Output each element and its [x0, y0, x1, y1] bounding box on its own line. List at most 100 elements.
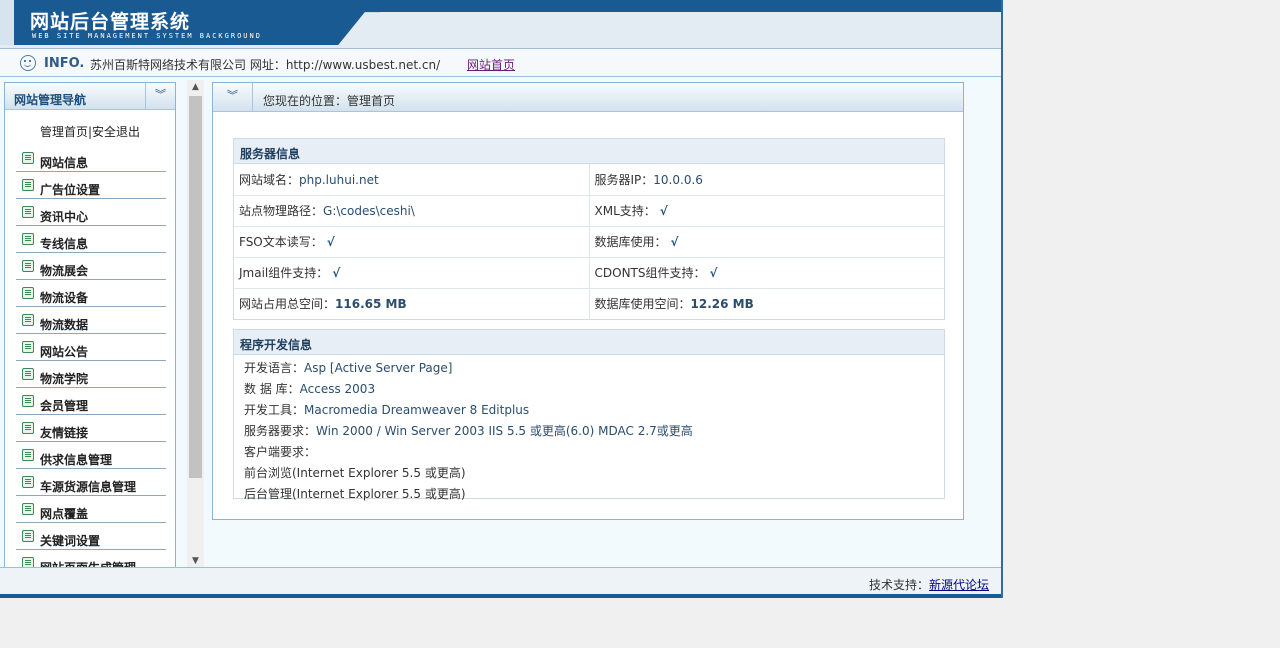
client-req-label: 客户端要求：	[244, 445, 317, 459]
space-label: 网站占用总空间：	[239, 297, 336, 312]
table-row: 站点物理路径：G:\codes\ceshi\ XML支持： √	[234, 194, 944, 226]
footer-bottom-bar	[0, 594, 1001, 598]
table-row: FSO文本读写： √ 数据库使用： √	[234, 225, 944, 257]
logo-title: 网站后台管理系统	[30, 11, 191, 33]
list-item: 开发语言：Asp [Active Server Page]	[244, 358, 944, 379]
sidebar-item-news[interactable]: 资讯中心	[16, 199, 166, 226]
check-icon: √	[326, 235, 335, 249]
sidebar-item-data[interactable]: 物流数据	[16, 307, 166, 334]
forum-link[interactable]: 新源代论坛	[929, 578, 989, 592]
sidebar-item-vehicle-cargo[interactable]: 车源货源信息管理	[16, 469, 166, 496]
sidebar-item-expo[interactable]: 物流展会	[16, 253, 166, 280]
scroll-down-arrow-icon[interactable]: ▼	[187, 554, 204, 568]
sidebar-item-announcements[interactable]: 网站公告	[16, 334, 166, 361]
domain-label: 网站域名：	[239, 172, 300, 187]
sidebar-title: 网站管理导航	[14, 93, 87, 107]
server-req-label: 服务器要求：	[244, 424, 317, 438]
scrollbar-thumb[interactable]	[189, 96, 202, 478]
sidebar-scrollbar[interactable]: ▲ ▼	[187, 80, 204, 568]
domain-value: php.luhui.net	[299, 172, 379, 187]
db-cell: 数据库使用： √	[588, 225, 944, 257]
sidebar-item-ad-settings[interactable]: 广告位设置	[16, 172, 166, 199]
support-label: 技术支持：	[869, 578, 930, 592]
sidebar-item-label: 专线信息	[40, 237, 89, 251]
fso-label: FSO文本读写：	[239, 235, 323, 249]
footer: 技术支持：新源代论坛	[0, 567, 1001, 598]
document-icon	[22, 449, 34, 461]
collapse-chevron-icon[interactable]: ︾	[213, 83, 253, 111]
sidebar-item-label: 资讯中心	[40, 210, 89, 224]
table-row: 网站占用总空间：116.65 MB 数据库使用空间：12.26 MB	[234, 287, 944, 319]
dev-info-title: 程序开发信息	[234, 330, 944, 355]
sidebar-item-supply-demand[interactable]: 供求信息管理	[16, 442, 166, 469]
logout-link[interactable]: 安全退出	[92, 125, 140, 139]
admin-home-link[interactable]: 管理首页	[40, 125, 88, 139]
domain-cell: 网站域名：php.luhui.net	[234, 164, 589, 195]
breadcrumb: 您现在的位置：管理首页	[263, 94, 396, 108]
sidebar-item-members[interactable]: 会员管理	[16, 388, 166, 415]
sidebar: 网站管理导航 ︾ 管理首页|安全退出 网站信息 广告位设置 资讯中心 专线信息 …	[4, 82, 176, 568]
cdonts-cell: CDONTS组件支持： √	[588, 256, 944, 288]
document-icon	[22, 341, 34, 353]
list-item: 前台浏览(Internet Explorer 5.5 或更高)	[244, 463, 944, 484]
document-icon	[22, 530, 34, 542]
ip-label: 服务器IP：	[594, 172, 654, 187]
sidebar-item-equipment[interactable]: 物流设备	[16, 280, 166, 307]
sidebar-item-label: 车源货源信息管理	[40, 480, 137, 494]
document-icon	[22, 314, 34, 326]
list-item: 数 据 库：Access 2003	[244, 379, 944, 400]
document-icon	[22, 152, 34, 164]
sidebar-item-label: 物流设备	[40, 291, 89, 305]
quick-links: 管理首页|安全退出	[5, 123, 175, 145]
check-icon: √	[670, 235, 679, 249]
info-bar: INFO. 苏州百斯特网络技术有限公司 网址：http://www.usbest…	[0, 48, 1001, 77]
space-value: 116.65 MB	[335, 297, 407, 312]
document-icon	[22, 503, 34, 515]
jmail-label: Jmail组件支持：	[239, 266, 329, 280]
sidebar-item-links[interactable]: 友情链接	[16, 415, 166, 442]
check-icon: √	[332, 266, 341, 280]
header: 网站后台管理系统 WEB SITE MANAGEMENT SYSTEM BACK…	[0, 0, 1001, 48]
document-icon	[22, 395, 34, 407]
check-icon: √	[709, 266, 718, 280]
fso-cell: FSO文本读写： √	[234, 225, 589, 257]
front-req: 前台浏览(Internet Explorer 5.5 或更高)	[244, 466, 466, 480]
server-info-title: 服务器信息	[234, 139, 944, 164]
site-home-link[interactable]: 网站首页	[467, 56, 515, 73]
main-panel: ︾ 您现在的位置：管理首页 服务器信息 网站域名：php.luhui.net 服…	[212, 82, 964, 520]
company-info: 苏州百斯特网络技术有限公司 网址：http://www.usbest.net.c…	[90, 58, 441, 72]
smiley-icon	[20, 55, 36, 71]
main-header: ︾ 您现在的位置：管理首页	[213, 83, 963, 112]
sidebar-item-label: 网站公告	[40, 345, 89, 359]
db-space-label: 数据库使用空间：	[594, 297, 691, 312]
sidebar-item-keywords[interactable]: 关键词设置	[16, 523, 166, 550]
document-icon	[22, 287, 34, 299]
sidebar-item-academy[interactable]: 物流学院	[16, 361, 166, 388]
document-icon	[22, 422, 34, 434]
space-cell: 网站占用总空间：116.65 MB	[234, 287, 589, 319]
sidebar-item-label: 供求信息管理	[40, 453, 113, 467]
sidebar-item-label: 物流数据	[40, 318, 89, 332]
dev-info-panel: 程序开发信息 开发语言：Asp [Active Server Page] 数 据…	[233, 329, 945, 501]
sidebar-item-routes[interactable]: 专线信息	[16, 226, 166, 253]
scroll-up-arrow-icon[interactable]: ▲	[187, 80, 204, 94]
sidebar-item-coverage[interactable]: 网点覆盖	[16, 496, 166, 523]
xml-label: XML支持：	[594, 204, 656, 218]
support-text: 技术支持：新源代论坛	[869, 576, 989, 593]
sidebar-item-label: 物流学院	[40, 372, 89, 386]
lang-label: 开发语言：	[244, 361, 305, 375]
sidebar-item-site-info[interactable]: 网站信息	[16, 145, 166, 172]
list-item: 后台管理(Internet Explorer 5.5 或更高)	[244, 484, 944, 505]
server-info-table: 网站域名：php.luhui.net 服务器IP：10.0.0.6 站点物理路径…	[234, 164, 944, 319]
admin-window: 网站后台管理系统 WEB SITE MANAGEMENT SYSTEM BACK…	[0, 0, 1003, 598]
sidebar-item-label: 网点覆盖	[40, 507, 89, 521]
logo-tab	[0, 0, 14, 45]
server-info-panel: 服务器信息 网站域名：php.luhui.net 服务器IP：10.0.0.6 …	[233, 138, 945, 320]
dev-info-list: 开发语言：Asp [Active Server Page] 数 据 库：Acce…	[234, 355, 944, 505]
path-label: 站点物理路径：	[239, 204, 324, 218]
info-label: INFO.	[44, 56, 85, 71]
sidebar-item-page-generation[interactable]: 网站页面生成管理	[16, 550, 166, 567]
sidebar-item-label: 会员管理	[40, 399, 89, 413]
sidebar-item-label: 物流展会	[40, 264, 89, 278]
collapse-chevron-icon[interactable]: ︾	[145, 83, 175, 109]
